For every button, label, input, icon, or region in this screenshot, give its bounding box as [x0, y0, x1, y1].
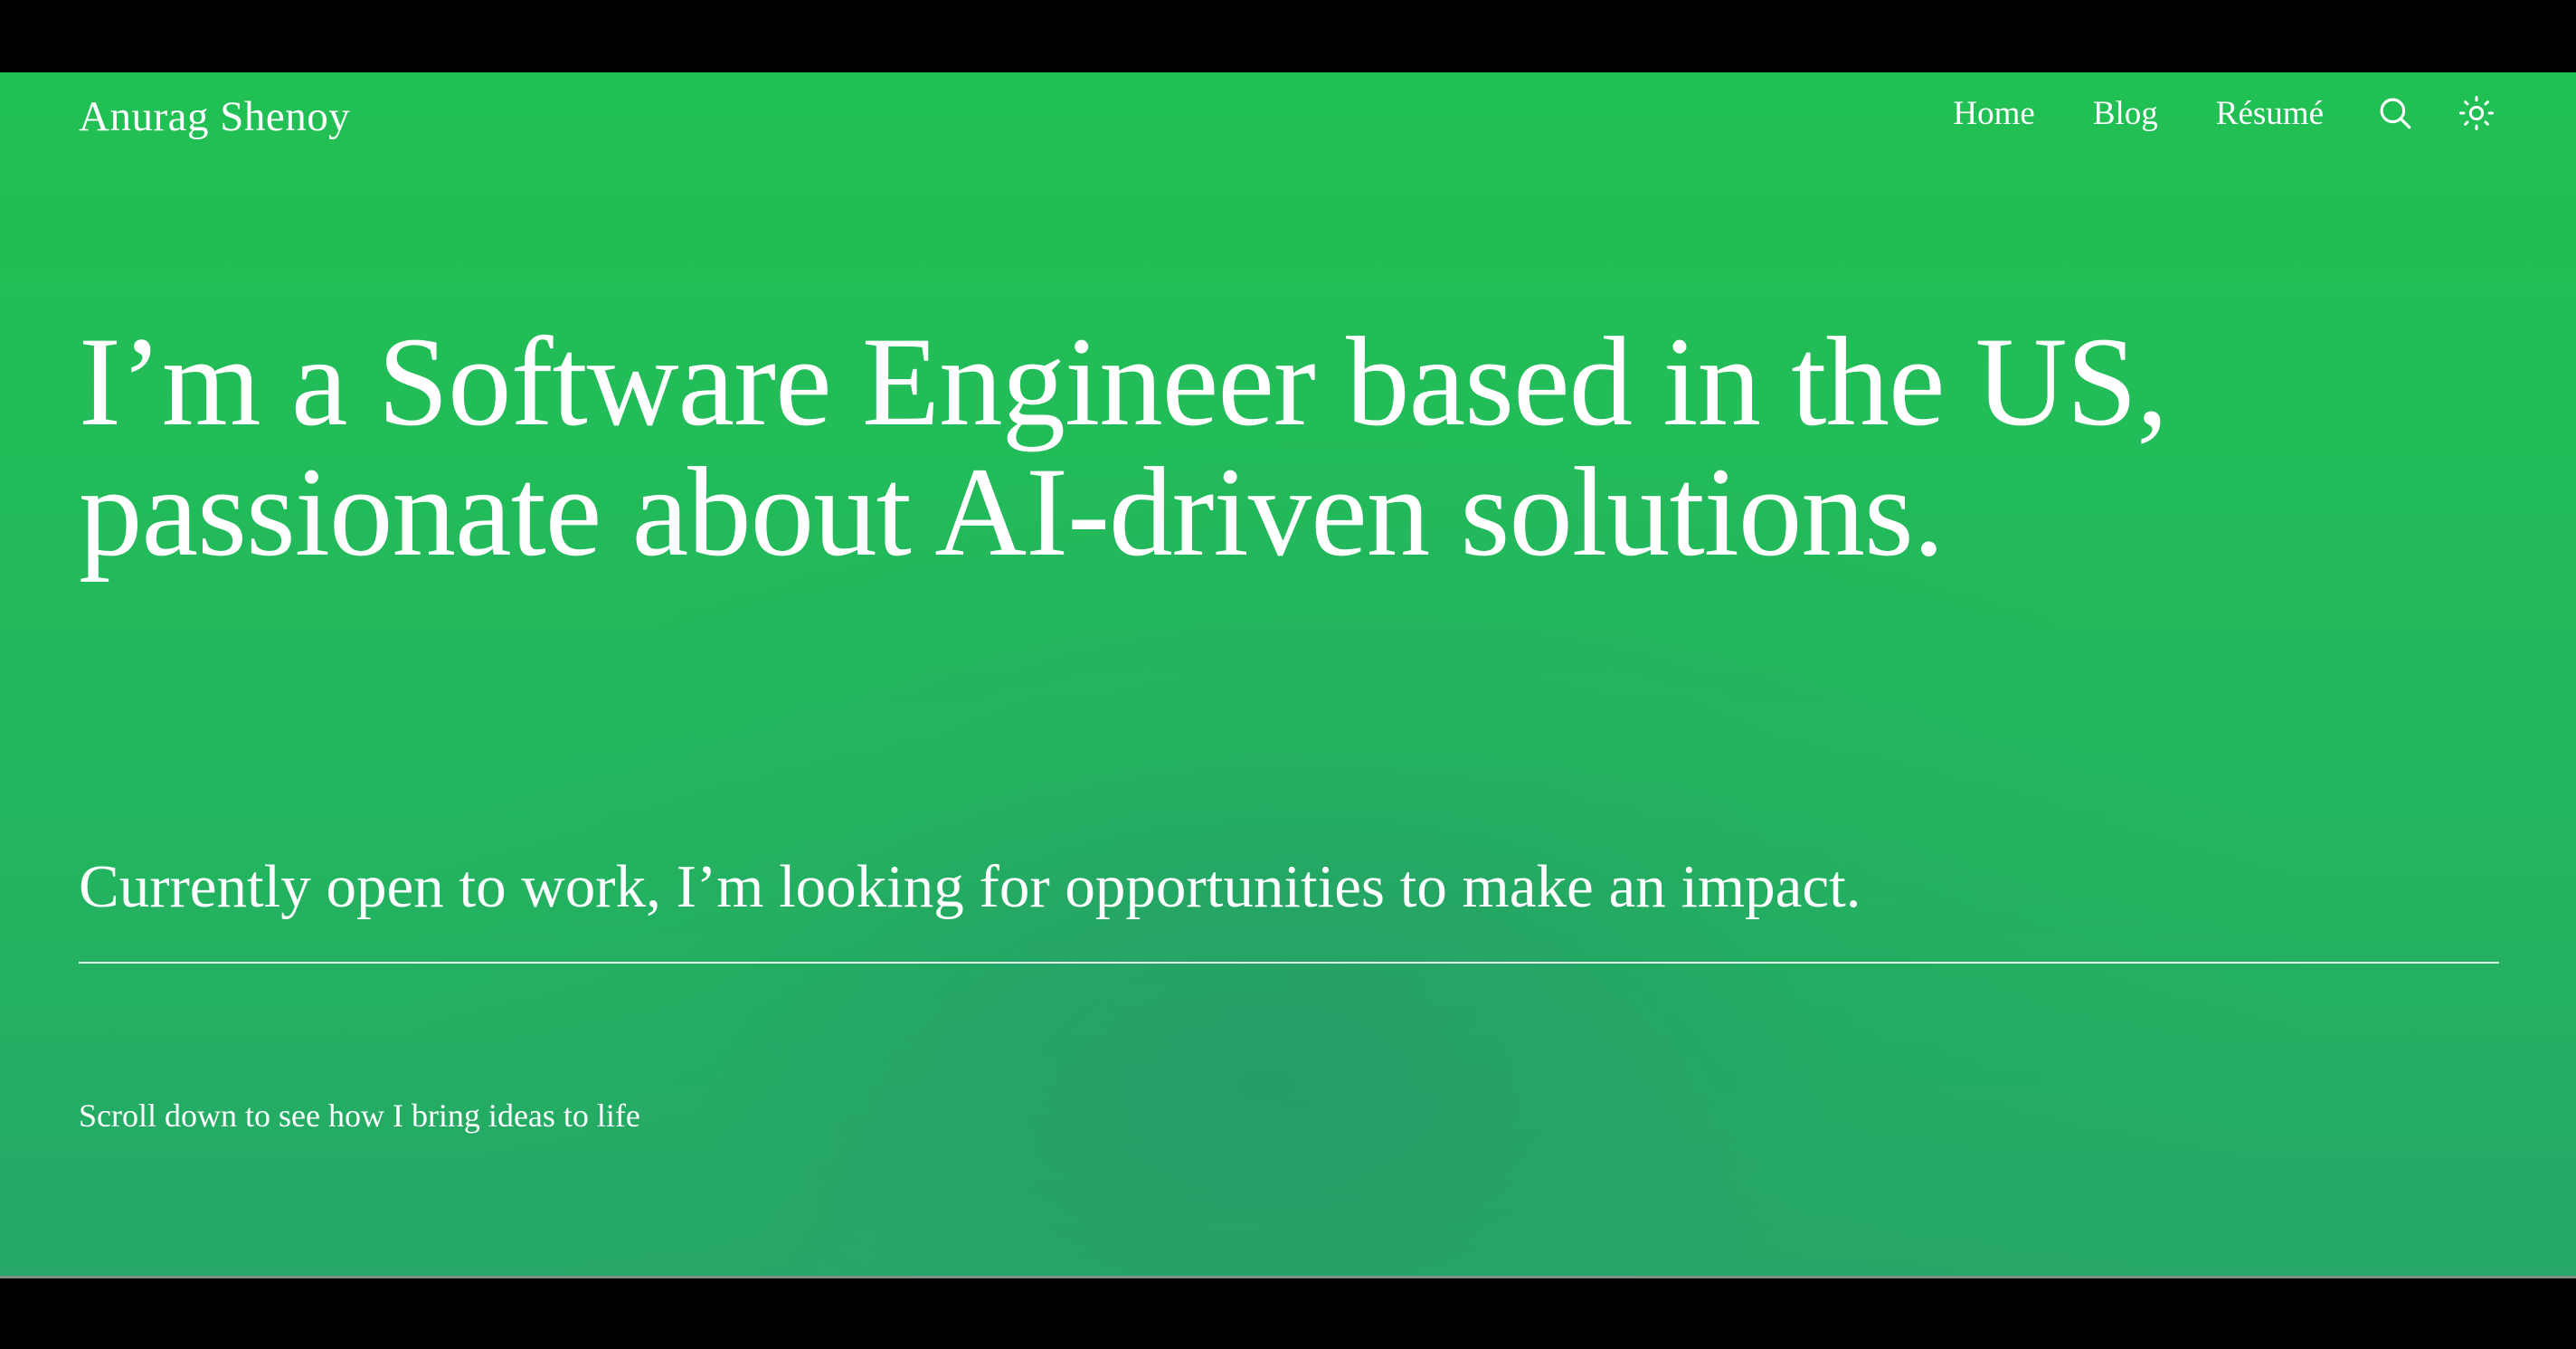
main-nav: Home Blog Résumé [1953, 86, 2497, 140]
search-icon [2380, 98, 2411, 129]
hero-headline: I’m a Software Engineer based in the US,… [79, 311, 2168, 583]
nav-blog-link[interactable]: Blog [2093, 94, 2158, 133]
theme-toggle-button[interactable] [2456, 92, 2497, 134]
sun-icon [2459, 96, 2494, 130]
nav-resume-link[interactable]: Résumé [2216, 94, 2324, 133]
hero-divider [79, 962, 2499, 964]
letterbox-bottom [0, 1278, 2576, 1349]
scroll-hint: Scroll down to see how I bring ideas to … [79, 1097, 640, 1134]
site-brand-link[interactable]: Anurag Shenoy [79, 92, 350, 141]
nav-home-link[interactable]: Home [1953, 94, 2034, 133]
hero-subline: Currently open to work, I’m looking for … [79, 853, 1861, 920]
letterbox-top [0, 0, 2576, 72]
search-button[interactable] [2374, 92, 2416, 134]
